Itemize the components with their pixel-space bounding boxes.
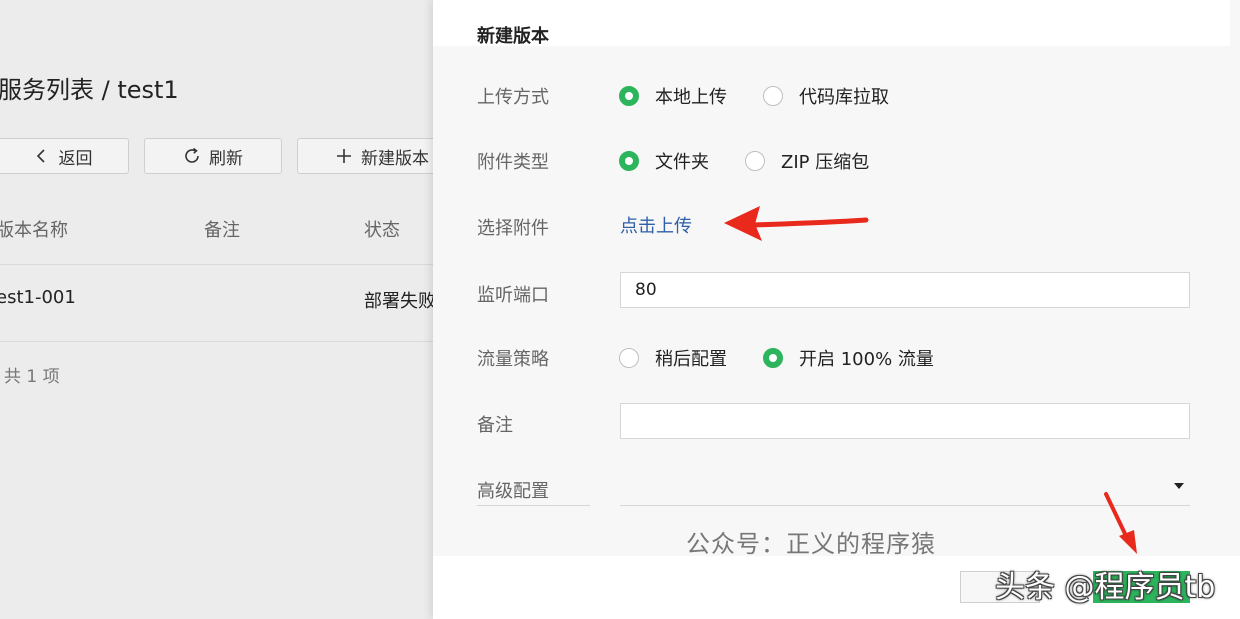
advanced-config-label: 高级配置 (477, 481, 549, 502)
drawer-header: 新建版本 (433, 0, 1230, 47)
plus-icon (337, 149, 351, 163)
radio-checked-icon[interactable] (763, 348, 783, 368)
refresh-button-label: 刷新 (209, 148, 243, 169)
drawer-footer: 头条 @程序员tb (433, 556, 1240, 619)
radio-configure-later[interactable]: 稍后配置 (619, 345, 727, 371)
back-button[interactable]: 返回 (0, 138, 129, 174)
watermark-text: 公众号：正义的程序猿 (686, 530, 936, 558)
advanced-config-select[interactable] (620, 470, 1190, 506)
click-upload-link[interactable]: 点击上传 (620, 212, 692, 238)
radio-label: 稍后配置 (655, 349, 727, 370)
attachment-label: 选择附件 (477, 218, 549, 239)
drawer-title: 新建版本 (477, 26, 549, 47)
table-divider (0, 341, 440, 342)
table-header-remark: 备注 (204, 220, 240, 241)
table-cell-version-name[interactable]: est1-001 (0, 287, 76, 308)
radio-unchecked-icon[interactable] (619, 348, 639, 368)
table-header-version-name: 版本名称 (0, 220, 68, 241)
traffic-policy-label: 流量策略 (477, 349, 549, 370)
radio-full-traffic[interactable]: 开启 100% 流量 (763, 345, 934, 371)
radio-label: 本地上传 (655, 87, 727, 108)
page-title: 服务列表 / test1 (0, 76, 179, 104)
radio-label: 代码库拉取 (799, 87, 889, 108)
caret-down-icon[interactable] (1174, 483, 1184, 489)
refresh-icon (185, 147, 199, 163)
radio-unchecked-icon[interactable] (745, 151, 765, 171)
table-header-status: 状态 (364, 220, 400, 241)
refresh-button[interactable]: 刷新 (144, 138, 282, 174)
new-version-button-label: 新建版本 (361, 148, 429, 169)
radio-folder[interactable]: 文件夹 (619, 148, 709, 174)
radio-zip[interactable]: ZIP 压缩包 (745, 148, 869, 174)
remark-label: 备注 (477, 415, 513, 436)
radio-unchecked-icon[interactable] (763, 86, 783, 106)
table-cell-status: 部署失败 (364, 291, 436, 312)
radio-repo-pull[interactable]: 代码库拉取 (763, 83, 889, 109)
label-divider (477, 505, 590, 506)
radio-label: ZIP 压缩包 (781, 152, 870, 173)
remark-input[interactable] (620, 403, 1190, 439)
new-version-drawer: 新建版本 上传方式 本地上传 代码库拉取 附件类型 文件夹 ZIP 压缩包 选择… (433, 0, 1240, 619)
upload-method-radio-group: 本地上传 代码库拉取 (619, 83, 925, 109)
new-version-button[interactable]: 新建版本 (297, 138, 447, 174)
upload-method-label: 上传方式 (477, 87, 549, 108)
attachment-type-label: 附件类型 (477, 152, 549, 173)
radio-checked-icon[interactable] (619, 86, 639, 106)
attachment-type-radio-group: 文件夹 ZIP 压缩包 (619, 148, 905, 174)
table-divider (0, 264, 440, 265)
radio-label: 文件夹 (655, 152, 709, 173)
port-input[interactable] (620, 272, 1190, 308)
port-label: 监听端口 (477, 285, 549, 306)
radio-label: 开启 100% 流量 (799, 349, 934, 370)
footer-watermark: 头条 @程序员tb (995, 570, 1216, 605)
radio-local-upload[interactable]: 本地上传 (619, 83, 727, 109)
radio-checked-icon[interactable] (619, 151, 639, 171)
table-total: 共 1 项 (4, 367, 60, 387)
traffic-policy-radio-group: 稍后配置 开启 100% 流量 (619, 345, 970, 371)
back-button-label: 返回 (58, 148, 93, 169)
chevron-left-icon (36, 149, 45, 163)
